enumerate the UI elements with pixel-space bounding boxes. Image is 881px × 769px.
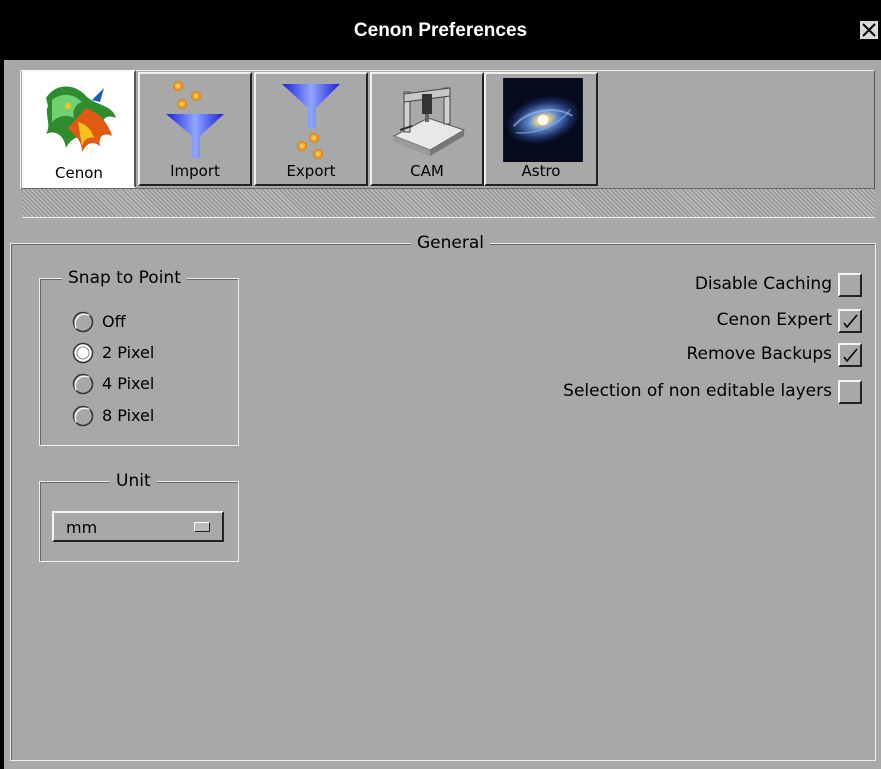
tab-cam[interactable]: CAM: [370, 72, 484, 186]
unit-popup-button[interactable]: mm: [52, 511, 224, 542]
tab-astro[interactable]: Astro: [484, 72, 598, 186]
general-title: General: [411, 232, 490, 254]
tab-import[interactable]: Import: [138, 72, 252, 186]
checkbox-label: Disable Caching: [694, 274, 832, 294]
radio-button-selected-icon: [72, 342, 94, 364]
radio-button-icon: [72, 373, 94, 395]
radio-label: Off: [102, 312, 126, 331]
disable-caching-checkbox[interactable]: Disable Caching: [542, 272, 862, 298]
remove-backups-checkbox[interactable]: Remove Backups: [542, 342, 862, 368]
close-window-button[interactable]: [859, 20, 879, 40]
radio-label: 2 Pixel: [102, 343, 155, 362]
tab-label: Import: [170, 162, 220, 180]
funnel-import-icon: [166, 81, 224, 158]
checkmark-icon: [843, 314, 858, 329]
radio-button-icon: [72, 311, 94, 333]
cenon-expert-checkbox[interactable]: Cenon Expert: [542, 308, 862, 334]
tab-export[interactable]: Export: [254, 72, 368, 186]
checkbox-label: Remove Backups: [686, 344, 832, 364]
checkmark-icon: [843, 348, 858, 363]
unit-title: Unit: [110, 470, 157, 492]
tab-label: Cenon: [55, 164, 103, 182]
dragon-icon: [46, 86, 116, 152]
unit-value: mm: [66, 518, 98, 537]
window-titlebar[interactable]: Cenon Preferences: [0, 0, 881, 60]
checkbox-checked-icon[interactable]: [838, 309, 862, 333]
radio-label: 4 Pixel: [102, 374, 155, 393]
funnel-export-icon: [282, 84, 340, 159]
tab-separator-bar: [22, 188, 875, 218]
checkbox-label: Cenon Expert: [716, 310, 832, 330]
selection-non-editable-layers-checkbox[interactable]: Selection of non editable layers: [442, 379, 862, 405]
galaxy-icon: [503, 78, 583, 162]
window-title: Cenon Preferences: [353, 20, 528, 41]
radio-button-icon: [72, 405, 94, 427]
checkbox-unchecked-icon[interactable]: [838, 380, 862, 404]
cnc-machine-icon: [392, 87, 466, 156]
close-icon: [862, 23, 876, 37]
tab-cenon[interactable]: Cenon: [22, 70, 136, 188]
snap-to-point-title: Snap to Point: [62, 267, 187, 289]
radio-label: 8 Pixel: [102, 406, 155, 425]
popup-indicator-icon: [194, 522, 210, 532]
checkbox-checked-icon[interactable]: [838, 343, 862, 367]
tab-label: CAM: [410, 162, 444, 180]
checkbox-unchecked-icon[interactable]: [838, 273, 862, 297]
tab-label: Export: [286, 162, 336, 180]
tab-label: Astro: [521, 162, 561, 180]
checkbox-label: Selection of non editable layers: [563, 381, 832, 401]
